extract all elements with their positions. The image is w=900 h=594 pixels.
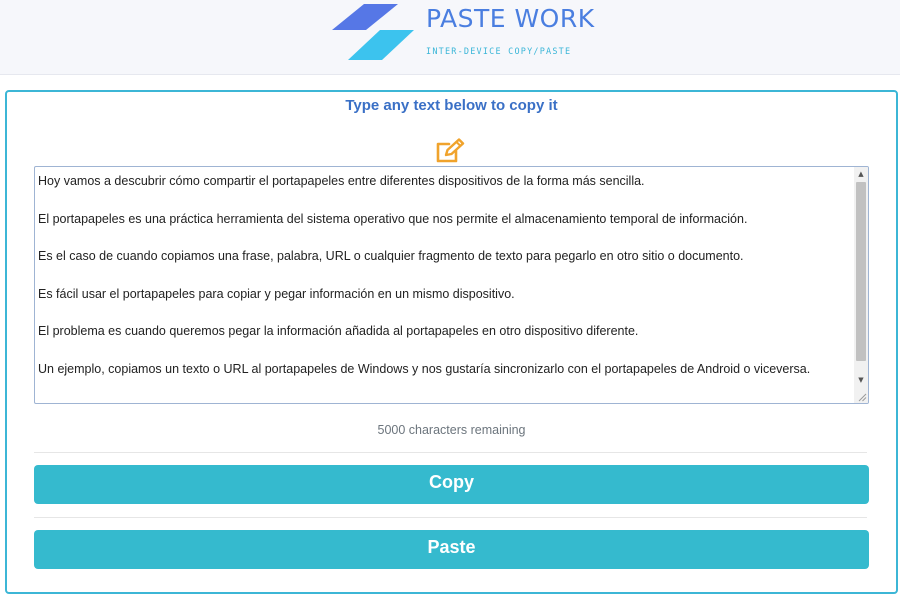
characters-remaining: 5000 characters remaining (377, 423, 526, 437)
paste-button[interactable]: Paste (34, 530, 869, 569)
text-line: El problema es cuando queremos pegar la … (38, 324, 639, 339)
textarea-content[interactable]: Hoy vamos a descubrir cómo compartir el … (38, 172, 850, 398)
brand-tagline: INTER-DEVICE COPY/PASTE (426, 47, 572, 57)
divider (34, 517, 867, 518)
brand-name: PASTE WORK (426, 4, 595, 33)
text-line: El portapapeles es una práctica herramie… (38, 211, 748, 226)
copy-card: Type any text below to copy it Hoy vamos… (5, 90, 898, 594)
scroll-down-arrow-icon[interactable]: ▼ (854, 373, 868, 387)
divider (34, 452, 867, 453)
scrollbar-thumb[interactable] (856, 182, 866, 361)
text-line: Es fácil usar el portapapeles para copia… (38, 286, 515, 301)
scroll-up-arrow-icon[interactable]: ▲ (854, 167, 868, 181)
text-line: Un ejemplo, copiamos un texto o URL al p… (38, 361, 811, 376)
app-header: PASTE WORK INTER-DEVICE COPY/PASTE (0, 0, 900, 75)
edit-icon (436, 138, 465, 163)
copy-button[interactable]: Copy (34, 465, 869, 504)
text-input-area[interactable]: Hoy vamos a descubrir cómo compartir el … (34, 166, 869, 404)
text-line: Hoy vamos a descubrir cómo compartir el … (38, 174, 645, 188)
page-title: Type any text below to copy it (345, 97, 558, 114)
textarea-scrollbar[interactable]: ▲ ▼ (854, 167, 868, 403)
resize-grip-icon[interactable] (858, 393, 867, 402)
paste-work-logo (332, 4, 414, 60)
text-line: Es el caso de cuando copiamos una frase,… (38, 249, 744, 264)
